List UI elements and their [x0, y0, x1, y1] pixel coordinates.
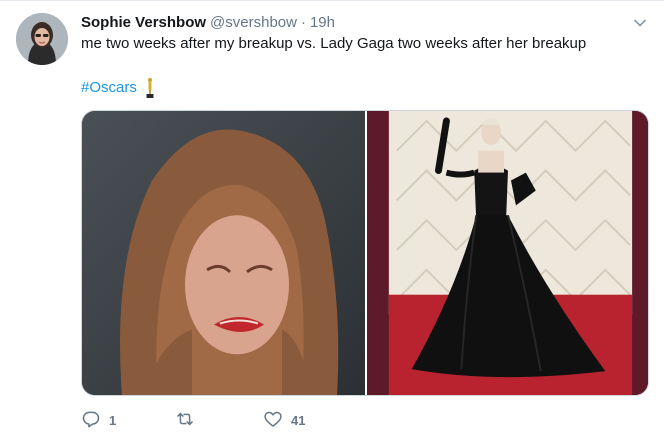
retweet-icon — [175, 409, 195, 432]
avatar[interactable] — [16, 13, 68, 65]
retweet-button[interactable] — [175, 409, 263, 432]
user-handle[interactable]: @svershbow — [210, 13, 297, 33]
like-count: 41 — [291, 413, 306, 428]
reply-icon — [81, 409, 101, 432]
display-name[interactable]: Sophie Vershbow — [81, 13, 206, 33]
reply-count: 1 — [109, 413, 117, 428]
red-carpet-photo[interactable] — [367, 111, 648, 395]
tweet-header: Sophie Vershbow @svershbow · 19h — [81, 13, 624, 33]
heart-icon — [263, 409, 283, 432]
chevron-down-icon[interactable] — [632, 15, 648, 31]
media-grid[interactable] — [81, 110, 649, 396]
tweet-actions: 1 41 — [81, 409, 353, 432]
oscar-trophy-icon — [145, 77, 155, 99]
timestamp[interactable]: 19h — [310, 13, 335, 33]
crying-woman-photo[interactable] — [82, 111, 365, 395]
hashtag-link[interactable]: #Oscars — [81, 78, 137, 98]
hashtag-line: #Oscars — [81, 77, 155, 99]
tweet-text: me two weeks after my breakup vs. Lady G… — [81, 35, 587, 52]
separator-dot: · — [300, 14, 306, 31]
tweet-card[interactable]: Sophie Vershbow @svershbow · 19h me two … — [0, 0, 664, 442]
like-button[interactable]: 41 — [263, 409, 353, 432]
reply-button[interactable]: 1 — [81, 409, 175, 432]
